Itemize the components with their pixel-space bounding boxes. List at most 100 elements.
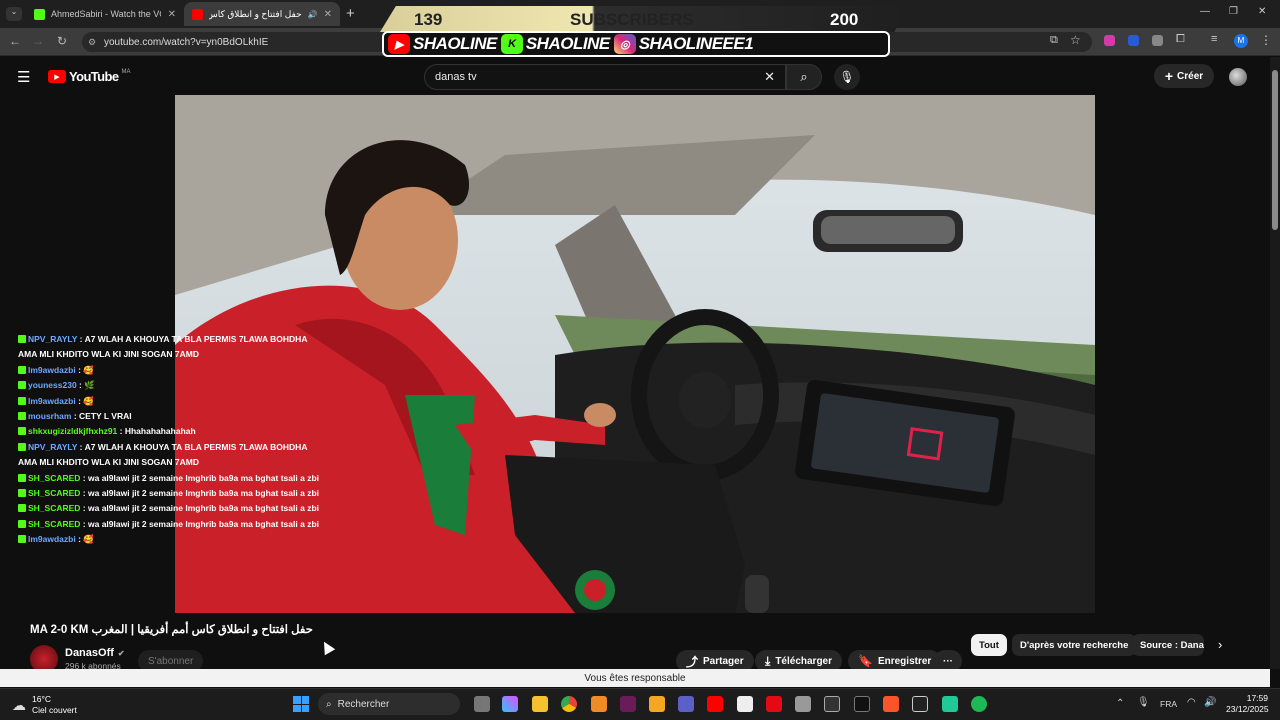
minimize-icon[interactable]: — (1200, 6, 1210, 17)
install-app-icon[interactable]: ⧉ (1050, 34, 1058, 47)
kick-badge-icon (18, 412, 26, 421)
create-button[interactable]: + Créer (1154, 64, 1214, 88)
youtube-logo[interactable]: ▶ YouTube MA (48, 69, 130, 84)
chat-message-text: wa al9lawi jit 2 semaine lmghrib ba9a ma… (88, 488, 319, 499)
youtube-icon: ▶ (388, 34, 410, 54)
voice-search-button[interactable]: 🎙 (834, 64, 860, 90)
search-icon: ⌕ (800, 69, 808, 84)
chat-message-text: CETY L VRAI (79, 411, 132, 422)
channel-name-text: DanasOff (65, 647, 114, 659)
chat-username: lm9awdazbi (28, 534, 76, 545)
close-window-icon[interactable]: ✕ (1258, 6, 1266, 17)
share-icon: ⤴ (686, 654, 699, 669)
chip-all[interactable]: Tout (971, 634, 1007, 656)
chat-message-text: 🌿 (84, 380, 95, 391)
search-placeholder: Rechercher (337, 698, 390, 710)
browser-menu-icon[interactable]: ⋮ (1260, 33, 1272, 47)
volume-icon[interactable]: 🔊 (1204, 697, 1216, 708)
back-icon[interactable]: ← (7, 34, 23, 48)
clear-search-icon[interactable]: ✕ (764, 69, 775, 85)
microphone-icon: 🎙 (839, 70, 855, 84)
close-tab-icon[interactable]: ✕ (168, 9, 176, 20)
kick-badge-icon (18, 427, 26, 436)
app-icon[interactable] (854, 696, 870, 712)
start-button[interactable] (293, 696, 309, 712)
logo-text: YouTube (69, 69, 119, 84)
spotify-icon[interactable] (971, 696, 987, 712)
microphone-tray-icon[interactable]: 🎙 (1137, 697, 1150, 708)
subscriber-count-current: 139 (414, 10, 443, 29)
save-label: Enregistrer (877, 655, 932, 667)
chat-username: mousrham (28, 411, 72, 422)
app-icon[interactable] (912, 696, 928, 712)
tab-kick-vod[interactable]: AhmedSabiri - Watch the VOD ✕ (26, 2, 184, 26)
copilot-icon[interactable] (502, 696, 518, 712)
netflix-icon[interactable] (766, 696, 782, 712)
subscriber-goal-label: SUBSCRIBERS (570, 10, 694, 29)
reload-icon[interactable]: ↻ (54, 34, 70, 48)
chat-message: SH_SCARED : wa al9lawi jit 2 semaine lmg… (18, 471, 328, 486)
app-icon[interactable] (824, 696, 840, 712)
chip-label: D'après votre recherche (1020, 639, 1129, 651)
app-icon[interactable] (620, 696, 636, 712)
tray-expand-icon[interactable]: ⌃ (1116, 698, 1124, 709)
taskbar-search[interactable]: ⌕ Rechercher (318, 693, 460, 715)
youtube-handle: ▶ SHAOLINE (388, 34, 497, 54)
account-avatar[interactable] (1229, 68, 1247, 86)
brave-icon[interactable] (883, 696, 899, 712)
forward-icon[interactable]: → (30, 34, 46, 48)
reading-list-icon[interactable]: ≡ (1211, 33, 1217, 45)
chat-username: NPV_RAYLY (28, 334, 78, 344)
restore-icon[interactable]: ❐ (1229, 6, 1238, 17)
file-explorer-icon[interactable] (532, 696, 548, 712)
kick-badge-icon (18, 381, 26, 390)
chat-message-text: wa al9lawi jit 2 semaine lmghrib ba9a ma… (88, 472, 319, 483)
task-view-icon[interactable] (474, 696, 490, 712)
tab-list-button[interactable]: ⌄ (6, 7, 22, 21)
tab-title: حفل افتتاح و انطلاق كاس أم (209, 8, 302, 19)
new-tab-button[interactable]: + (346, 5, 355, 22)
chip-from-search[interactable]: D'après votre recherche (1012, 634, 1137, 656)
audio-playing-icon[interactable]: 🔊 (308, 10, 318, 19)
weather-widget[interactable]: ☁ 16°C Ciel couvert (12, 694, 77, 716)
search-button[interactable]: ⌕ (786, 64, 822, 90)
chip-label: Source : Danas (1140, 639, 1204, 651)
more-icon: ··· (943, 655, 953, 667)
chip-source[interactable]: Source : Danas (1132, 634, 1204, 656)
kick-favicon-icon (34, 8, 45, 20)
clock[interactable]: 17:59 23/12/2025 (1226, 693, 1269, 715)
tab-title: AhmedSabiri - Watch the VOD (51, 9, 161, 19)
chat-message: lm9awdazbi : 🥰 (18, 532, 328, 547)
search-value: danas tv (435, 71, 477, 83)
chrome-icon[interactable] (561, 696, 577, 712)
app-icon[interactable] (591, 696, 607, 712)
teams-icon[interactable] (678, 696, 694, 712)
extensions-puzzle-icon[interactable]: ⧠ (1176, 33, 1185, 46)
kick-badge-icon (18, 365, 26, 374)
bookmark-star-icon[interactable]: ☆ (1070, 33, 1081, 47)
extension-icon[interactable] (1152, 35, 1163, 46)
site-info-icon[interactable]: ⚙ (88, 37, 96, 48)
chat-message-text: 🥰 (83, 534, 94, 545)
social-handles-bar: ▶ SHAOLINE K SHAOLINE ◎ SHAOLINEEE1 (382, 31, 890, 57)
youtube-app-icon[interactable] (707, 696, 723, 712)
app-icon[interactable] (795, 696, 811, 712)
search-input[interactable]: danas tv ✕ (424, 64, 786, 90)
language-indicator[interactable]: FRA (1160, 699, 1177, 709)
extension-icon[interactable] (1104, 35, 1115, 46)
kick-badge-icon (18, 489, 26, 498)
scrollbar-thumb[interactable] (1272, 70, 1278, 230)
chat-message-text: 🥰 (83, 395, 94, 406)
channel-name[interactable]: DanasOff ✔ (65, 647, 125, 659)
wifi-icon[interactable]: ◠ (1187, 697, 1196, 708)
chips-next-icon[interactable]: › (1218, 637, 1222, 652)
app-icon[interactable] (942, 696, 958, 712)
profile-avatar[interactable]: M (1234, 34, 1248, 48)
app-icon[interactable] (737, 696, 753, 712)
extension-icon[interactable] (1128, 35, 1139, 46)
tab-youtube-video[interactable]: حفل افتتاح و انطلاق كاس أم 🔊 ✕ (184, 2, 340, 26)
close-tab-icon[interactable]: ✕ (324, 9, 332, 20)
chat-message-text: 🥰 (83, 364, 94, 375)
app-icon[interactable] (649, 696, 665, 712)
hamburger-menu-icon[interactable]: ☰ (17, 68, 30, 86)
